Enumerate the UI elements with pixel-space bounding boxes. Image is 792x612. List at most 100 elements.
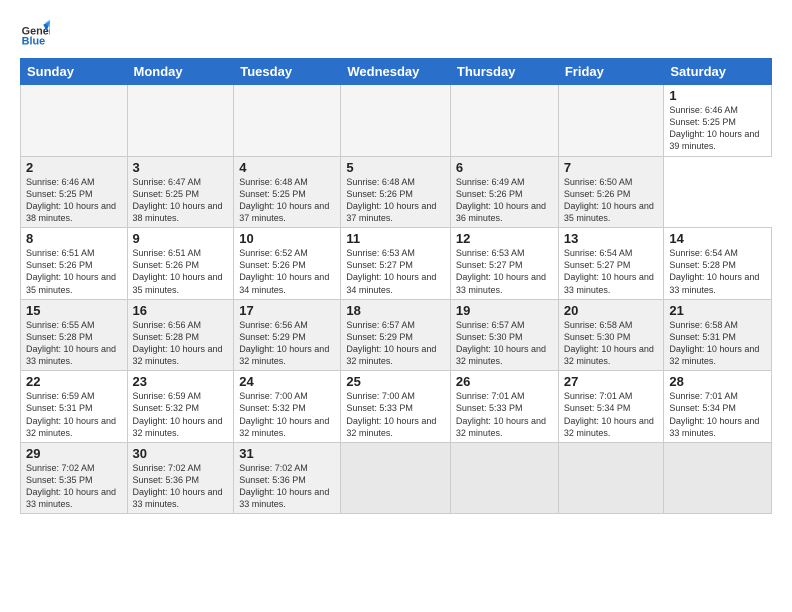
day-number: 13 [564, 231, 659, 246]
day-info: Sunrise: 6:53 AMSunset: 5:27 PMDaylight:… [346, 247, 445, 296]
calendar-cell-empty [234, 85, 341, 157]
calendar-cell: 21 Sunrise: 6:58 AMSunset: 5:31 PMDaylig… [664, 299, 772, 371]
day-info: Sunrise: 6:50 AMSunset: 5:26 PMDaylight:… [564, 176, 659, 225]
calendar-table: SundayMondayTuesdayWednesdayThursdayFrid… [20, 58, 772, 514]
day-number: 6 [456, 160, 553, 175]
day-info: Sunrise: 6:48 AMSunset: 5:26 PMDaylight:… [346, 176, 445, 225]
day-number: 1 [669, 88, 766, 103]
calendar-week-row: 1 Sunrise: 6:46 AMSunset: 5:25 PMDayligh… [21, 85, 772, 157]
day-info: Sunrise: 6:56 AMSunset: 5:29 PMDaylight:… [239, 319, 335, 368]
calendar-cell: 13 Sunrise: 6:54 AMSunset: 5:27 PMDaylig… [558, 228, 664, 300]
calendar-week-row: 8 Sunrise: 6:51 AMSunset: 5:26 PMDayligh… [21, 228, 772, 300]
calendar-header-cell: Wednesday [341, 59, 451, 85]
calendar-cell: 7 Sunrise: 6:50 AMSunset: 5:26 PMDayligh… [558, 156, 664, 228]
day-number: 7 [564, 160, 659, 175]
day-info: Sunrise: 6:56 AMSunset: 5:28 PMDaylight:… [133, 319, 229, 368]
day-number: 26 [456, 374, 553, 389]
calendar-header-cell: Friday [558, 59, 664, 85]
calendar-header-cell: Tuesday [234, 59, 341, 85]
day-number: 16 [133, 303, 229, 318]
day-info: Sunrise: 6:53 AMSunset: 5:27 PMDaylight:… [456, 247, 553, 296]
day-info: Sunrise: 6:51 AMSunset: 5:26 PMDaylight:… [26, 247, 122, 296]
calendar-week-row: 22 Sunrise: 6:59 AMSunset: 5:31 PMDaylig… [21, 371, 772, 443]
calendar-cell-empty [558, 442, 664, 514]
day-info: Sunrise: 6:59 AMSunset: 5:32 PMDaylight:… [133, 390, 229, 439]
day-info: Sunrise: 6:47 AMSunset: 5:25 PMDaylight:… [133, 176, 229, 225]
calendar-cell: 2 Sunrise: 6:46 AMSunset: 5:25 PMDayligh… [21, 156, 128, 228]
day-number: 24 [239, 374, 335, 389]
calendar-cell: 3 Sunrise: 6:47 AMSunset: 5:25 PMDayligh… [127, 156, 234, 228]
day-number: 8 [26, 231, 122, 246]
day-number: 19 [456, 303, 553, 318]
calendar-cell: 29 Sunrise: 7:02 AMSunset: 5:35 PMDaylig… [21, 442, 128, 514]
day-info: Sunrise: 6:49 AMSunset: 5:26 PMDaylight:… [456, 176, 553, 225]
calendar-cell: 5 Sunrise: 6:48 AMSunset: 5:26 PMDayligh… [341, 156, 451, 228]
calendar-cell-empty [558, 85, 664, 157]
header: General Blue [20, 18, 772, 48]
calendar-week-row: 2 Sunrise: 6:46 AMSunset: 5:25 PMDayligh… [21, 156, 772, 228]
day-info: Sunrise: 7:01 AMSunset: 5:33 PMDaylight:… [456, 390, 553, 439]
calendar-cell-empty [664, 442, 772, 514]
calendar-cell-empty [21, 85, 128, 157]
day-info: Sunrise: 6:57 AMSunset: 5:30 PMDaylight:… [456, 319, 553, 368]
day-number: 3 [133, 160, 229, 175]
calendar-cell: 30 Sunrise: 7:02 AMSunset: 5:36 PMDaylig… [127, 442, 234, 514]
calendar-cell-empty [127, 85, 234, 157]
day-info: Sunrise: 6:58 AMSunset: 5:31 PMDaylight:… [669, 319, 766, 368]
calendar-cell: 17 Sunrise: 6:56 AMSunset: 5:29 PMDaylig… [234, 299, 341, 371]
calendar-cell: 31 Sunrise: 7:02 AMSunset: 5:36 PMDaylig… [234, 442, 341, 514]
day-number: 20 [564, 303, 659, 318]
calendar-header-cell: Sunday [21, 59, 128, 85]
calendar-week-row: 29 Sunrise: 7:02 AMSunset: 5:35 PMDaylig… [21, 442, 772, 514]
calendar-cell: 18 Sunrise: 6:57 AMSunset: 5:29 PMDaylig… [341, 299, 451, 371]
day-number: 27 [564, 374, 659, 389]
calendar-cell-empty [450, 442, 558, 514]
calendar-cell: 4 Sunrise: 6:48 AMSunset: 5:25 PMDayligh… [234, 156, 341, 228]
day-number: 11 [346, 231, 445, 246]
calendar-cell: 26 Sunrise: 7:01 AMSunset: 5:33 PMDaylig… [450, 371, 558, 443]
day-number: 2 [26, 160, 122, 175]
calendar-header-cell: Monday [127, 59, 234, 85]
calendar-cell: 8 Sunrise: 6:51 AMSunset: 5:26 PMDayligh… [21, 228, 128, 300]
calendar-cell: 23 Sunrise: 6:59 AMSunset: 5:32 PMDaylig… [127, 371, 234, 443]
day-info: Sunrise: 6:54 AMSunset: 5:28 PMDaylight:… [669, 247, 766, 296]
day-number: 23 [133, 374, 229, 389]
day-number: 30 [133, 446, 229, 461]
calendar-cell: 19 Sunrise: 6:57 AMSunset: 5:30 PMDaylig… [450, 299, 558, 371]
svg-text:Blue: Blue [22, 36, 45, 48]
day-info: Sunrise: 6:51 AMSunset: 5:26 PMDaylight:… [133, 247, 229, 296]
day-info: Sunrise: 6:46 AMSunset: 5:25 PMDaylight:… [669, 104, 766, 153]
calendar-cell: 16 Sunrise: 6:56 AMSunset: 5:28 PMDaylig… [127, 299, 234, 371]
day-number: 21 [669, 303, 766, 318]
day-number: 18 [346, 303, 445, 318]
day-info: Sunrise: 6:48 AMSunset: 5:25 PMDaylight:… [239, 176, 335, 225]
day-number: 25 [346, 374, 445, 389]
calendar-cell-empty [341, 442, 451, 514]
day-info: Sunrise: 7:01 AMSunset: 5:34 PMDaylight:… [564, 390, 659, 439]
day-number: 31 [239, 446, 335, 461]
day-info: Sunrise: 7:02 AMSunset: 5:36 PMDaylight:… [133, 462, 229, 511]
calendar-cell-empty [450, 85, 558, 157]
logo: General Blue [20, 18, 50, 48]
calendar-cell: 1 Sunrise: 6:46 AMSunset: 5:25 PMDayligh… [664, 85, 772, 157]
calendar-cell: 6 Sunrise: 6:49 AMSunset: 5:26 PMDayligh… [450, 156, 558, 228]
calendar-cell: 11 Sunrise: 6:53 AMSunset: 5:27 PMDaylig… [341, 228, 451, 300]
calendar-cell: 24 Sunrise: 7:00 AMSunset: 5:32 PMDaylig… [234, 371, 341, 443]
calendar-cell: 15 Sunrise: 6:55 AMSunset: 5:28 PMDaylig… [21, 299, 128, 371]
calendar-cell: 20 Sunrise: 6:58 AMSunset: 5:30 PMDaylig… [558, 299, 664, 371]
day-number: 22 [26, 374, 122, 389]
page: General Blue SundayMondayTuesdayWednesda… [0, 0, 792, 612]
day-info: Sunrise: 6:55 AMSunset: 5:28 PMDaylight:… [26, 319, 122, 368]
calendar-body: 1 Sunrise: 6:46 AMSunset: 5:25 PMDayligh… [21, 85, 772, 514]
day-info: Sunrise: 6:46 AMSunset: 5:25 PMDaylight:… [26, 176, 122, 225]
day-number: 29 [26, 446, 122, 461]
day-info: Sunrise: 7:02 AMSunset: 5:35 PMDaylight:… [26, 462, 122, 511]
calendar-cell: 28 Sunrise: 7:01 AMSunset: 5:34 PMDaylig… [664, 371, 772, 443]
day-number: 14 [669, 231, 766, 246]
day-info: Sunrise: 6:58 AMSunset: 5:30 PMDaylight:… [564, 319, 659, 368]
calendar-cell: 10 Sunrise: 6:52 AMSunset: 5:26 PMDaylig… [234, 228, 341, 300]
day-info: Sunrise: 7:00 AMSunset: 5:32 PMDaylight:… [239, 390, 335, 439]
day-number: 17 [239, 303, 335, 318]
day-info: Sunrise: 7:00 AMSunset: 5:33 PMDaylight:… [346, 390, 445, 439]
calendar-cell: 25 Sunrise: 7:00 AMSunset: 5:33 PMDaylig… [341, 371, 451, 443]
